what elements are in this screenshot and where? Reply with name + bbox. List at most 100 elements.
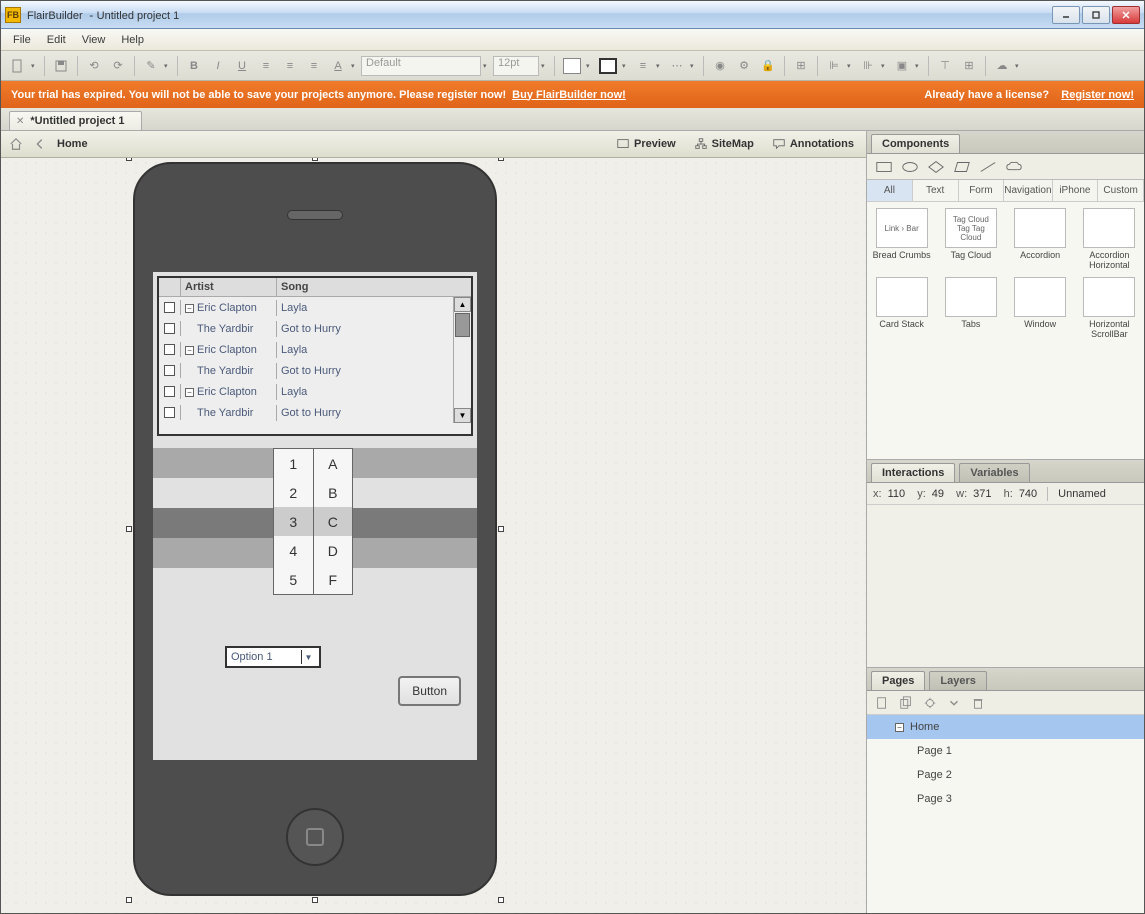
underline-button[interactable]: U xyxy=(231,55,253,77)
tree-table[interactable]: Artist Song −Eric ClaptonLaylaThe Yardbi… xyxy=(157,276,473,436)
filter-iphone[interactable]: iPhone xyxy=(1053,180,1099,201)
align-tool-button[interactable]: ⊫ xyxy=(823,55,845,77)
fill-color-button[interactable] xyxy=(560,55,584,77)
cloud-button[interactable]: ☁ xyxy=(991,55,1013,77)
component-item[interactable]: Horizontal ScrollBar xyxy=(1078,277,1140,340)
font-select[interactable]: Default xyxy=(361,56,481,76)
cloud-tool-icon[interactable] xyxy=(1005,160,1023,174)
scroll-down-icon[interactable]: ▼ xyxy=(454,408,471,423)
font-size-select[interactable]: 12pt xyxy=(493,56,539,76)
component-item[interactable]: Link › BarBread Crumbs xyxy=(871,208,933,271)
interactions-tab[interactable]: Interactions xyxy=(871,463,955,482)
buy-link[interactable]: Buy FlairBuilder now! xyxy=(512,89,626,101)
component-item[interactable]: Tabs xyxy=(940,277,1002,340)
line-style-button[interactable]: ⋯ xyxy=(666,55,688,77)
menu-view[interactable]: View xyxy=(74,32,114,48)
picker-row[interactable]: 2B xyxy=(274,478,352,507)
ruler-button[interactable]: ⊤ xyxy=(934,55,956,77)
preview-tb-button[interactable]: ◉ xyxy=(709,55,731,77)
register-link[interactable]: Register now! xyxy=(1061,89,1134,101)
new-page-icon[interactable] xyxy=(875,696,889,710)
page-row[interactable]: Page 1 xyxy=(867,739,1144,763)
redo-button[interactable]: ⟳ xyxy=(107,55,129,77)
new-dropdown[interactable]: ▾ xyxy=(31,62,39,70)
menu-help[interactable]: Help xyxy=(113,32,152,48)
paint-button[interactable]: ✎ xyxy=(140,55,162,77)
page-down-icon[interactable] xyxy=(947,696,961,710)
undo-button[interactable]: ⟲ xyxy=(83,55,105,77)
align-right-button[interactable]: ≡ xyxy=(303,55,325,77)
table-row[interactable]: −Eric ClaptonLayla xyxy=(159,297,453,318)
component-item[interactable]: Card Stack xyxy=(871,277,933,340)
filter-form[interactable]: Form xyxy=(959,180,1005,201)
duplicate-page-icon[interactable] xyxy=(899,696,913,710)
filter-navigation[interactable]: Navigation xyxy=(1004,180,1052,201)
components-tab[interactable]: Components xyxy=(871,134,960,153)
table-row[interactable]: The YardbirGot to Hurry xyxy=(159,360,453,381)
italic-button[interactable]: I xyxy=(207,55,229,77)
filter-text[interactable]: Text xyxy=(913,180,959,201)
variables-tab[interactable]: Variables xyxy=(959,463,1029,482)
picker-row[interactable]: 4D xyxy=(274,536,352,565)
canvas[interactable]: Artist Song −Eric ClaptonLaylaThe Yardbi… xyxy=(1,158,866,913)
preview-button[interactable]: Preview xyxy=(612,135,680,153)
group-button[interactable]: ⊞ xyxy=(790,55,812,77)
doc-tab[interactable]: ✕ *Untitled project 1 xyxy=(9,111,142,130)
annotations-button[interactable]: Annotations xyxy=(768,135,858,153)
page-row[interactable]: Page 3 xyxy=(867,787,1144,811)
border-color-button[interactable] xyxy=(596,55,620,77)
combo-box[interactable]: Option 1 ▼ xyxy=(225,646,321,668)
maximize-button[interactable] xyxy=(1082,6,1110,24)
close-button[interactable] xyxy=(1112,6,1140,24)
component-item[interactable]: Tag Cloud Tag Tag CloudTag Cloud xyxy=(940,208,1002,271)
table-row[interactable]: The YardbirGot to Hurry xyxy=(159,402,453,423)
text-color-button[interactable]: A xyxy=(327,55,349,77)
table-row[interactable]: −Eric ClaptonLayla xyxy=(159,381,453,402)
diamond-tool-icon[interactable] xyxy=(927,160,945,174)
home-button[interactable] xyxy=(286,808,344,866)
layers-tab[interactable]: Layers xyxy=(929,671,986,690)
picker-row[interactable]: 1A xyxy=(274,449,352,478)
align-center-button[interactable]: ≡ xyxy=(279,55,301,77)
wire-button[interactable]: Button xyxy=(398,676,461,706)
page-row[interactable]: −Home xyxy=(867,715,1144,739)
scroll-thumb[interactable] xyxy=(455,313,470,337)
rect-tool-icon[interactable] xyxy=(875,160,893,174)
picker-row[interactable]: 3C xyxy=(274,507,352,536)
scroll-up-icon[interactable]: ▲ xyxy=(454,297,471,312)
filter-all[interactable]: All xyxy=(867,180,913,201)
iphone-mock[interactable]: Artist Song −Eric ClaptonLaylaThe Yardbi… xyxy=(133,162,497,896)
component-item[interactable]: Accordion Horizontal xyxy=(1078,208,1140,271)
table-row[interactable]: −Eric ClaptonLayla xyxy=(159,339,453,360)
component-item[interactable]: Accordion xyxy=(1009,208,1071,271)
table-row[interactable]: The YardbirGot to Hurry xyxy=(159,318,453,339)
pages-tab[interactable]: Pages xyxy=(871,671,925,690)
page-row[interactable]: Page 2 xyxy=(867,763,1144,787)
picker-row[interactable]: 5F xyxy=(274,565,352,594)
picker-wheel[interactable]: 1A2B3C4D5F xyxy=(153,448,477,568)
parallelogram-tool-icon[interactable] xyxy=(953,160,971,174)
gear-button[interactable]: ⚙ xyxy=(733,55,755,77)
component-item[interactable]: Window xyxy=(1009,277,1071,340)
close-tab-icon[interactable]: ✕ xyxy=(16,116,24,127)
snap-button[interactable]: ⊞ xyxy=(958,55,980,77)
breadcrumb-home[interactable]: Home xyxy=(57,138,88,150)
minimize-button[interactable] xyxy=(1052,6,1080,24)
line-weight-button[interactable]: ≡ xyxy=(632,55,654,77)
lock-button[interactable]: 🔒 xyxy=(757,55,779,77)
scrollbar[interactable]: ▲ ▼ xyxy=(453,297,471,423)
back-icon[interactable] xyxy=(33,137,47,151)
menu-edit[interactable]: Edit xyxy=(39,32,74,48)
align-left-button[interactable]: ≡ xyxy=(255,55,277,77)
filter-custom[interactable]: Custom xyxy=(1098,180,1144,201)
save-button[interactable] xyxy=(50,55,72,77)
menu-file[interactable]: File xyxy=(5,32,39,48)
page-settings-icon[interactable] xyxy=(923,696,937,710)
delete-page-icon[interactable] xyxy=(971,696,985,710)
new-button[interactable] xyxy=(7,55,29,77)
ellipse-tool-icon[interactable] xyxy=(901,160,919,174)
sitemap-button[interactable]: SiteMap xyxy=(690,135,758,153)
distribute-button[interactable]: ⊪ xyxy=(857,55,879,77)
line-tool-icon[interactable] xyxy=(979,160,997,174)
bold-button[interactable]: B xyxy=(183,55,205,77)
